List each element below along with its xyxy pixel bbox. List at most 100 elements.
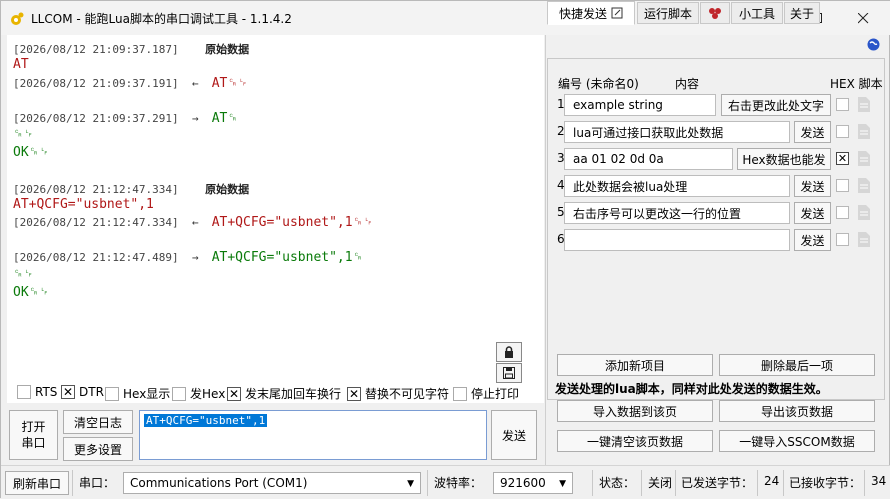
hex-checkbox-3[interactable]: ✕	[836, 152, 849, 165]
close-icon	[857, 12, 868, 23]
state-value: 关闭	[648, 476, 673, 490]
port-select[interactable]: Communications Port (COM1) ▼	[123, 472, 421, 494]
state-label: 状态：	[599, 476, 636, 490]
option-stop-print[interactable]: 停止打印	[453, 385, 519, 402]
quick-input-5[interactable]: 右击序号可以更改这一行的位置	[564, 202, 790, 224]
option-append-crlf[interactable]: ✕ 发末尾加回车换行	[227, 385, 341, 402]
hex-checkbox-2[interactable]	[836, 125, 849, 138]
more-settings-button[interactable]: 更多设置	[63, 437, 133, 461]
log-line: [2026/08/12 21:09:37.191] ← AT␍␊	[13, 76, 249, 91]
option-hex-display[interactable]: Hex显示	[105, 385, 170, 402]
send-hex-checkbox[interactable]	[172, 386, 186, 401]
script-doc-icon[interactable]	[858, 178, 870, 193]
recv-bytes-label: 已接收字节：	[789, 476, 862, 490]
quick-input-4[interactable]: 此处数据会被lua处理	[564, 175, 790, 197]
chevron-down-icon: ▼	[559, 479, 566, 489]
separator	[757, 470, 758, 496]
hex-checkbox-1[interactable]	[836, 98, 849, 111]
replace-invisible-checkbox[interactable]: ✕	[347, 386, 361, 401]
lock-scroll-button[interactable]	[496, 342, 522, 362]
window-title: LLCOM - 能跑Lua脚本的串口调试工具 - 1.1.4.2	[31, 12, 292, 26]
log-line: [2026/08/12 21:12:47.489] → AT+QCFG="usb…	[13, 250, 363, 265]
quick-send-button-3[interactable]: Hex数据也能发	[737, 148, 831, 170]
log-line: [2026/08/12 21:09:37.291] → AT␍	[13, 111, 238, 126]
baud-select[interactable]: 921600 ▼	[493, 472, 573, 494]
quick-send-button-2[interactable]: 发送	[794, 121, 831, 143]
script-doc-icon[interactable]	[858, 151, 870, 166]
send-input[interactable]: AT+QCFG="usbnet",1	[139, 410, 487, 460]
grapes-icon	[709, 8, 721, 19]
dtr-checkbox[interactable]: ✕	[61, 385, 75, 399]
close-button[interactable]	[840, 1, 886, 35]
option-rts[interactable]: RTS	[17, 385, 57, 399]
globe-icon[interactable]	[867, 38, 880, 51]
hex-checkbox-6[interactable]	[836, 233, 849, 246]
chevron-down-icon: ▼	[407, 479, 414, 489]
baud-label: 波特率：	[434, 476, 483, 490]
quick-send-button-6[interactable]: 发送	[794, 229, 831, 251]
hex-checkbox-5[interactable]	[836, 206, 849, 219]
script-doc-icon[interactable]	[858, 232, 870, 247]
import-page-button[interactable]: 导入数据到该页	[557, 400, 713, 422]
quick-send-button-4[interactable]: 发送	[794, 175, 831, 197]
tab-plugins[interactable]	[700, 2, 730, 24]
sent-bytes-label: 已发送字节：	[681, 476, 754, 490]
status-bar: 刷新串口 串口： Communications Port (COM1) ▼ 波特…	[1, 465, 890, 499]
log-line: [2026/08/12 21:12:47.334] 原始数据	[13, 183, 250, 196]
tab-about[interactable]: 关于	[784, 2, 820, 24]
quick-input-1[interactable]: example string	[564, 94, 716, 116]
clear-page-button[interactable]: 一键清空该页数据	[557, 430, 713, 452]
lock-icon	[505, 346, 513, 358]
separator	[592, 470, 593, 496]
stop-print-checkbox[interactable]	[453, 386, 467, 401]
script-doc-icon[interactable]	[858, 97, 870, 112]
quick-send-button-1[interactable]: 右击更改此处文字	[721, 94, 831, 116]
separator	[72, 470, 73, 496]
log-line: OK␍␊	[13, 285, 50, 300]
quick-input-2[interactable]: lua可通过接口获取此处数据	[564, 121, 790, 143]
save-log-button[interactable]	[496, 363, 522, 383]
clear-log-button[interactable]: 清空日志	[63, 410, 133, 434]
send-input-text: AT+QCFG="usbnet",1	[144, 414, 268, 427]
refresh-port-button[interactable]: 刷新串口	[5, 471, 69, 495]
export-page-button[interactable]: 导出该页数据	[719, 400, 875, 422]
quick-input-3[interactable]: aa 01 02 0d 0a	[564, 148, 733, 170]
open-port-button[interactable]: 打开 串口	[9, 410, 58, 460]
log-line: [2026/08/12 21:09:37.187] 原始数据	[13, 43, 250, 56]
separator	[675, 470, 676, 496]
delete-last-button[interactable]: 删除最后一项	[719, 354, 875, 376]
hex-display-checkbox[interactable]	[105, 386, 119, 401]
hex-checkbox-4[interactable]	[836, 179, 849, 192]
option-dtr[interactable]: ✕ DTR	[61, 385, 104, 399]
header-content: 内容	[675, 77, 700, 91]
log-output[interactable]: [2026/08/12 21:09:37.187] 原始数据 AT [2026/…	[7, 35, 544, 403]
header-hex-script: HEX 脚本	[830, 77, 883, 91]
log-line: AT	[13, 57, 29, 72]
app-logo-icon	[11, 12, 24, 25]
append-crlf-checkbox[interactable]: ✕	[227, 386, 241, 401]
log-line: ␍␊	[13, 127, 34, 142]
pane-divider[interactable]	[545, 35, 546, 465]
script-doc-icon[interactable]	[858, 124, 870, 139]
quick-send-button-5[interactable]: 发送	[794, 202, 831, 224]
send-button[interactable]: 发送	[491, 410, 537, 460]
tab-tools[interactable]: 小工具	[731, 2, 783, 24]
option-send-hex[interactable]: 发Hex	[172, 385, 225, 402]
main-window: LLCOM - 能跑Lua脚本的串口调试工具 - 1.1.4.2 [2026/0…	[0, 0, 890, 499]
recv-bytes-value: 34	[871, 474, 887, 488]
separator	[641, 470, 642, 496]
import-sscom-button[interactable]: 一键导入SSCOM数据	[719, 430, 875, 452]
rts-checkbox[interactable]	[17, 385, 31, 399]
edit-note-icon	[611, 7, 623, 19]
lua-note: 发送处理的lua脚本，同样对此处发送的数据生效。	[555, 382, 828, 396]
header-name[interactable]: 编号 (未命名0)	[558, 75, 639, 92]
script-doc-icon[interactable]	[858, 205, 870, 220]
port-label: 串口：	[79, 476, 116, 490]
log-line: AT+QCFG="usbnet",1	[13, 197, 154, 212]
tab-run-script[interactable]: 运行脚本	[637, 2, 699, 24]
tab-quick-send[interactable]: 快捷发送	[547, 1, 635, 25]
quick-input-6[interactable]	[564, 229, 790, 251]
sent-bytes-value: 24	[764, 474, 780, 488]
add-item-button[interactable]: 添加新项目	[557, 354, 713, 376]
option-replace-invisible[interactable]: ✕ 替换不可见字符	[347, 385, 449, 402]
